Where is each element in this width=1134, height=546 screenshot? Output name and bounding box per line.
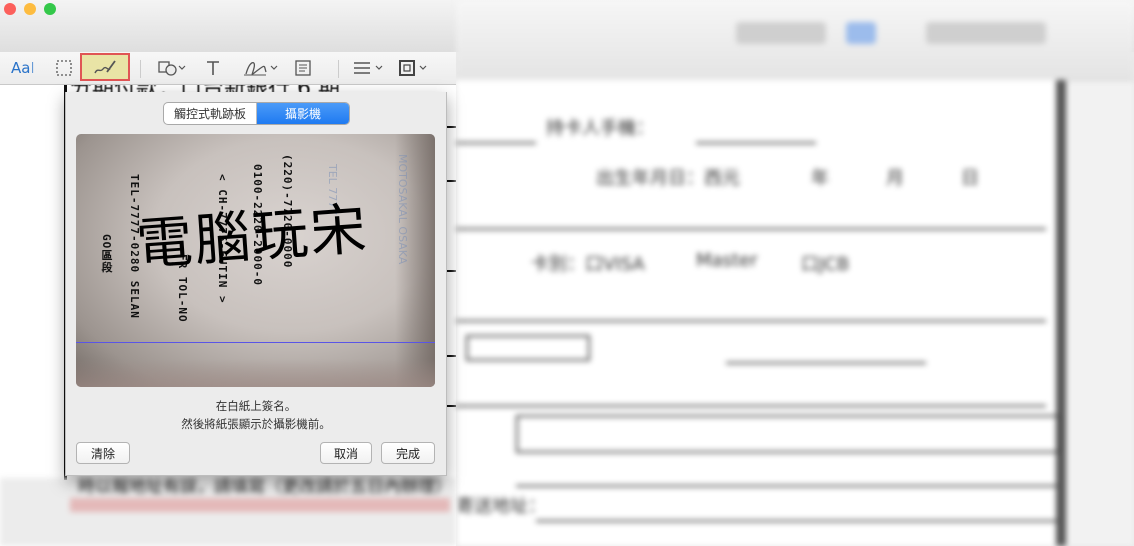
sketch-pen-icon [94,60,116,74]
document-bottom-blurred: 時以報地址有誤，請填寫（更改請於五日內辦理） [0,477,456,546]
close-window-icon[interactable] [4,3,16,15]
zoom-window-icon[interactable] [44,3,56,15]
signature-icon [244,62,278,76]
border-style-icon [399,60,427,76]
shapes-button[interactable] [156,55,188,81]
clear-button[interactable]: 清除 [76,442,130,464]
text-tool-icon [207,61,219,75]
instruction-line-1: 在白紙上簽名。 [215,399,297,413]
tab-camera[interactable]: 攝影機 [257,103,349,124]
document-toolbar-blurred [456,0,1134,81]
signature-capture-sheet: 觸控式軌跡板 攝影機 GO區段 TEL-7777-0280 SELAN FR T… [65,92,447,476]
doc-label-birthdate: 出生年月日：西元 [596,168,740,189]
line-style-icon [354,62,383,74]
doc-label-address: 寄送地址： [456,496,546,517]
rect-select-button[interactable] [52,55,76,81]
document-page-right: 持卡人手機： 出生年月日：西元 年 月 日 卡別：口VISA Master 口J… [456,80,1066,546]
text-tool-button[interactable] [202,55,224,81]
border-style-button[interactable] [398,55,432,81]
done-button[interactable]: 完成 [381,442,435,464]
note-icon [295,60,311,76]
text-style-icon: Aa [11,59,31,77]
captured-signature: 電腦玩宋 [134,196,371,279]
note-button[interactable] [292,55,314,81]
rect-select-icon [56,60,72,76]
signature-button[interactable] [242,55,280,81]
camera-preview: GO區段 TEL-7777-0280 SELAN FR TOL-NO < CH-… [76,134,435,387]
document-background-blurred: 持卡人手機： 出生年月日：西元 年 月 日 卡別：口VISA Master 口J… [456,0,1134,546]
minimize-window-icon[interactable] [24,3,36,15]
shapes-icon [158,61,186,76]
sketch-tool-button[interactable] [80,53,130,81]
doc-label-card-type: 卡別：口VISA [531,254,645,275]
markup-toolbar: Aa I [0,52,456,85]
doc-label-phone: 持卡人手機： [546,118,654,139]
instruction-line-2: 然後將紙張顯示於攝影機前。 [181,417,331,431]
cancel-button[interactable]: 取消 [320,442,372,464]
text-style-button[interactable]: Aa I [8,55,38,81]
signature-source-segmented-control: 觸控式軌跡板 攝影機 [163,102,350,125]
tab-trackpad[interactable]: 觸控式軌跡板 [164,103,257,124]
signature-baseline [76,342,435,343]
line-style-button[interactable] [352,55,386,81]
